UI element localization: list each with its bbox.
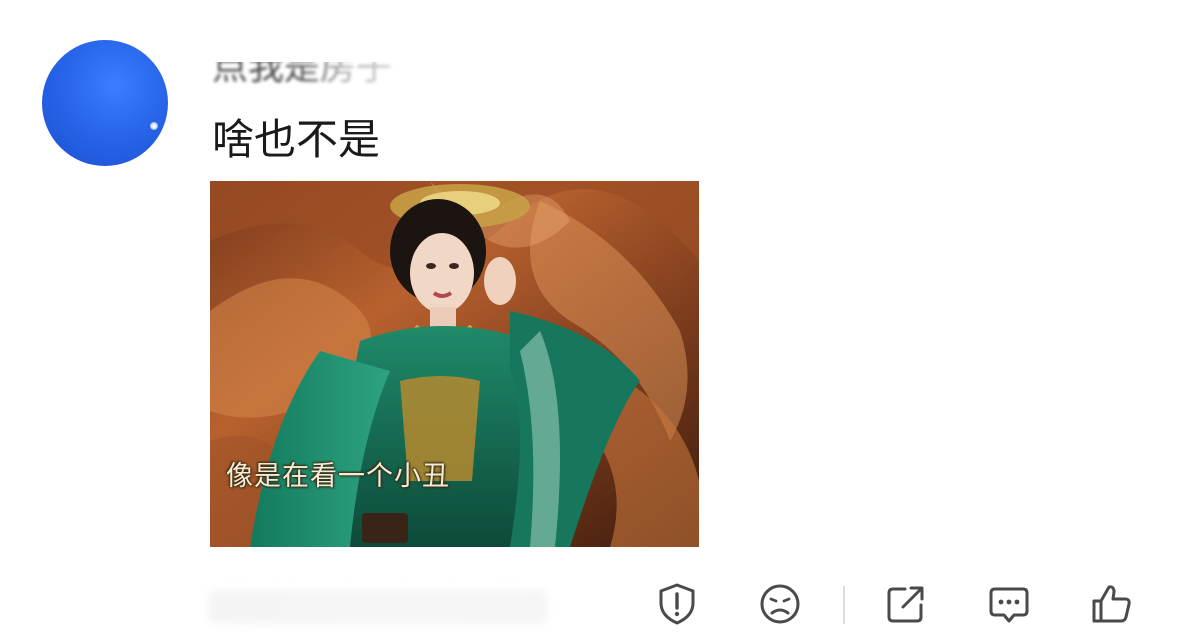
comment-image[interactable]: 像是在看一个小丑: [210, 181, 699, 547]
time-redaction: [208, 590, 548, 624]
username-area[interactable]: 点我是房子: [212, 44, 422, 92]
frown-face-icon: [760, 584, 800, 624]
like-button[interactable]: [1087, 580, 1135, 628]
thumbs-up-icon: [1092, 585, 1131, 623]
comment-bubble-icon: [989, 587, 1029, 623]
meme-subtitle: 像是在看一个小丑: [226, 461, 450, 492]
comment-item: 点我是房子 啥也不是: [0, 0, 1179, 637]
shield-exclamation-icon: [659, 583, 695, 625]
report-button[interactable]: [653, 580, 701, 628]
username-redaction-blur: [292, 44, 422, 92]
avatar-star-icon: [150, 122, 158, 130]
action-divider: [843, 586, 845, 624]
dislike-button[interactable]: [756, 580, 804, 628]
avatar[interactable]: [42, 40, 168, 166]
share-out-icon: [887, 586, 924, 623]
comment-text: 啥也不是: [212, 115, 381, 164]
reply-button[interactable]: [985, 580, 1033, 628]
share-button[interactable]: [882, 580, 930, 628]
